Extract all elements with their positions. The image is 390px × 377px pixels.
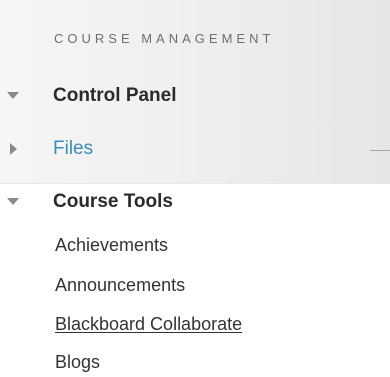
tool-item-blogs[interactable]: Blogs: [55, 352, 100, 373]
course-management-heading: COURSE MANAGEMENT: [54, 31, 275, 46]
control-panel-row[interactable]: Control Panel: [0, 84, 390, 108]
tool-item-blackboard-collaborate[interactable]: Blackboard Collaborate: [55, 314, 242, 335]
course-tools-label[interactable]: Course Tools: [53, 191, 173, 213]
files-divider-line: [370, 150, 390, 151]
control-panel-label[interactable]: Control Panel: [53, 85, 177, 107]
tool-item-announcements[interactable]: Announcements: [55, 275, 185, 296]
chevron-right-icon[interactable]: [10, 143, 17, 155]
chevron-down-icon[interactable]: [7, 198, 19, 205]
chevron-down-icon[interactable]: [7, 92, 19, 99]
tool-item-achievements[interactable]: Achievements: [55, 235, 168, 256]
files-link[interactable]: Files: [53, 138, 93, 160]
panel-divider: [0, 183, 390, 184]
files-row[interactable]: Files: [0, 137, 390, 161]
course-tools-row[interactable]: Course Tools: [0, 190, 390, 214]
